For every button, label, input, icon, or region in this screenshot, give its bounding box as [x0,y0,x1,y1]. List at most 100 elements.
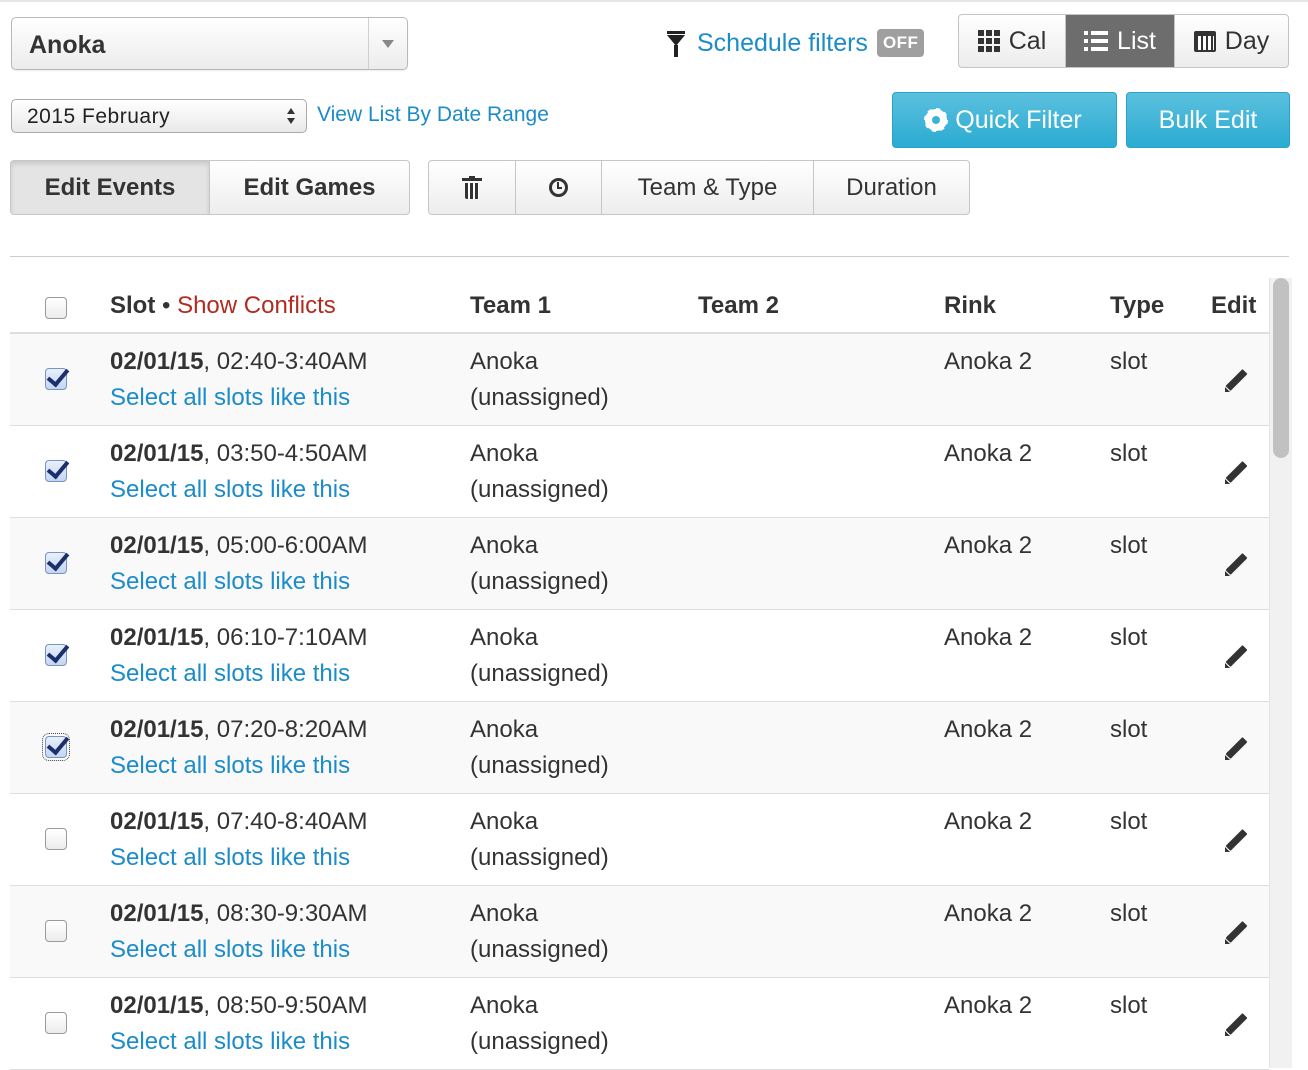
tab-edit-games[interactable]: Edit Games [210,161,409,214]
view-day-button[interactable]: Day [1175,15,1288,67]
pencil-icon[interactable] [1224,554,1248,578]
team1-name: Anoka [470,900,539,927]
view-list-by-date-range-link[interactable]: View List By Date Range [317,103,549,127]
month-select-value: 2015 February [27,105,171,128]
quick-filter-button[interactable]: Quick Filter [892,92,1117,148]
select-all-slots-like-this-link[interactable]: Select all slots like this [110,1024,350,1060]
team1-name: Anoka [470,440,539,467]
schedule-filters-status-badge: OFF [876,29,925,57]
slot-time: , 02:40-3:40AM [203,348,368,375]
month-select[interactable]: 2015 February [11,99,307,133]
slot-date: 02/01/15 [110,808,204,835]
rink-cell: Anoka 2 [944,992,1033,1019]
select-all-checkbox[interactable] [45,297,67,319]
select-all-slots-like-this-link[interactable]: Select all slots like this [110,564,350,600]
table-row: 02/01/15, 06:10-7:10AM Select all slots l… [10,610,1269,702]
scrollbar[interactable] [1269,278,1292,1068]
rink-cell: Anoka 2 [944,900,1033,927]
pencil-icon[interactable] [1224,370,1248,394]
team1-status: (unassigned) [470,936,609,963]
team1-cell: Anoka (unassigned) [470,344,609,416]
team1-name: Anoka [470,992,539,1019]
location-select-arrow[interactable] [368,18,407,69]
view-cal-button[interactable]: Cal [959,15,1066,67]
time-button[interactable] [516,161,602,214]
quick-filter-label: Quick Filter [955,105,1082,134]
row-checkbox[interactable] [45,828,67,850]
pencil-icon[interactable] [1224,922,1248,946]
delete-button[interactable] [429,161,516,214]
gear-icon [924,108,949,132]
pencil-icon[interactable] [1224,830,1248,854]
table-row: 02/01/15, 08:50-9:50AM Select all slots l… [10,978,1269,1070]
rink-cell: Anoka 2 [944,532,1033,559]
team-type-button[interactable]: Team & Type [602,161,814,214]
row-checkbox[interactable] [45,552,67,574]
clock-icon [549,178,568,197]
select-all-slots-like-this-link[interactable]: Select all slots like this [110,748,350,784]
slot-date: 02/01/15 [110,900,204,927]
pencil-icon[interactable] [1224,646,1248,670]
slot-time: , 07:40-8:40AM [203,808,368,835]
duration-button[interactable]: Duration [814,161,969,214]
divider [10,256,1289,257]
team1-name: Anoka [470,808,539,835]
select-all-slots-like-this-link[interactable]: Select all slots like this [110,472,350,508]
select-updown-icon [287,108,295,124]
slot-datetime: 02/01/15, 05:00-6:00AM [110,528,368,564]
slot-date: 02/01/15 [110,992,204,1019]
tab-edit-events[interactable]: Edit Events [11,161,210,214]
row-checkbox[interactable] [45,644,67,666]
slot-date: 02/01/15 [110,348,204,375]
team1-status: (unassigned) [470,568,609,595]
schedule-filters-label: Schedule filters [697,28,868,57]
edit-mode-tabs: Edit Events Edit Games [10,160,410,215]
pencil-icon[interactable] [1224,738,1248,762]
select-all-slots-like-this-link[interactable]: Select all slots like this [110,932,350,968]
list-icon [1084,31,1109,51]
team1-name: Anoka [470,716,539,743]
type-cell: slot [1110,900,1148,927]
table-row: 02/01/15, 03:50-4:50AM Select all slots l… [10,426,1269,518]
pencil-icon[interactable] [1224,462,1248,486]
table-row: 02/01/15, 02:40-3:40AM Select all slots l… [10,334,1269,426]
show-conflicts-link[interactable]: Show Conflicts [177,292,336,319]
select-all-slots-like-this-link[interactable]: Select all slots like this [110,840,350,876]
schedule-filters-link[interactable]: Schedule filters OFF [667,26,925,60]
slot-datetime: 02/01/15, 07:20-8:20AM [110,712,368,748]
column-header-slot: Slot • Show Conflicts [110,292,336,320]
type-cell: slot [1110,716,1148,743]
table-body: 02/01/15, 02:40-3:40AM Select all slots l… [10,334,1269,1070]
slot-datetime: 02/01/15, 07:40-8:40AM [110,804,368,840]
select-all-slots-like-this-link[interactable]: Select all slots like this [110,380,350,416]
row-checkbox[interactable] [45,368,67,390]
pencil-icon[interactable] [1224,1014,1248,1038]
rink-cell: Anoka 2 [944,440,1033,467]
rink-cell: Anoka 2 [944,808,1033,835]
select-all-slots-like-this-link[interactable]: Select all slots like this [110,656,350,692]
team1-name: Anoka [470,348,539,375]
slot-datetime: 02/01/15, 06:10-7:10AM [110,620,368,656]
view-list-button[interactable]: List [1066,15,1175,67]
table-header: Slot • Show Conflicts Team 1 Team 2 Rink… [10,278,1269,334]
team1-cell: Anoka (unassigned) [470,528,609,600]
scrollbar-thumb[interactable] [1273,278,1289,458]
slot-time: , 05:00-6:00AM [203,532,368,559]
row-checkbox[interactable] [45,460,67,482]
slot-header-label: Slot [110,292,156,319]
slot-time: , 03:50-4:50AM [203,440,368,467]
team1-status: (unassigned) [470,752,609,779]
team1-status: (unassigned) [470,660,609,687]
team1-cell: Anoka (unassigned) [470,896,609,968]
row-checkbox[interactable] [45,920,67,942]
top-border [0,0,1308,2]
row-checkbox[interactable] [42,733,70,761]
team1-name: Anoka [470,624,539,651]
slot-time: , 08:30-9:30AM [203,900,368,927]
location-select[interactable]: Anoka [11,17,408,70]
bulk-edit-button[interactable]: Bulk Edit [1126,92,1290,148]
row-checkbox[interactable] [45,1012,67,1034]
view-list-label: List [1117,26,1156,55]
slot-date: 02/01/15 [110,716,204,743]
column-header-edit: Edit [1211,292,1257,319]
